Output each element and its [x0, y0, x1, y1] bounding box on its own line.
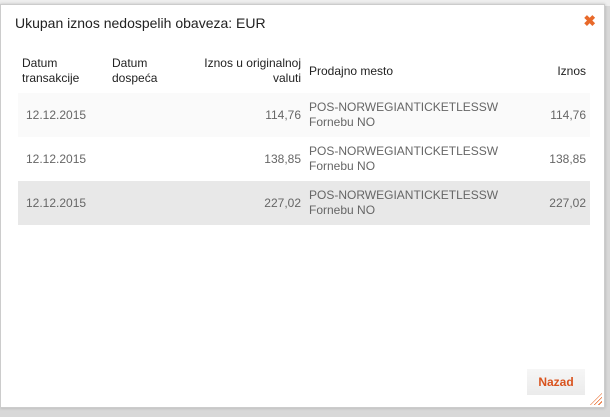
original-amount: 138,85	[264, 151, 301, 166]
header-transaction-date: Datum transakcije	[22, 56, 80, 85]
transaction-date: 12.12.2015	[26, 151, 87, 166]
due-date	[108, 137, 188, 181]
amount: 138,85	[549, 151, 586, 166]
transaction-date: 12.12.2015	[26, 195, 87, 210]
header-due-date: Datum dospeća	[112, 56, 158, 85]
original-amount: 227,02	[264, 195, 301, 210]
original-amount: 114,76	[265, 107, 301, 122]
amount: 227,02	[549, 195, 586, 210]
city: Fornebu NO	[309, 159, 376, 173]
due-date	[108, 93, 188, 137]
due-date	[108, 181, 188, 225]
back-button[interactable]: Nazad	[527, 369, 585, 395]
city: Fornebu NO	[309, 115, 376, 129]
close-icon[interactable]: ✖	[583, 12, 596, 30]
transaction-date: 12.12.2015	[26, 107, 87, 122]
dialog-title: Ukupan iznos nedospelih obaveza: EUR	[15, 15, 266, 31]
merchant: POS-NORWEGIANTICKETLESSW	[309, 100, 499, 114]
table-row[interactable]: 12.12.2015 114,76 POS-NORWEGIANTICKETLES…	[18, 93, 590, 137]
table-row[interactable]: 12.12.2015 138,85 POS-NORWEGIANTICKETLES…	[18, 137, 590, 181]
point-of-sale: POS-NORWEGIANTICKETLESSW Fornebu NO	[305, 93, 520, 137]
resize-grip-icon[interactable]	[590, 393, 602, 405]
header-point-of-sale: Prodajno mesto	[309, 63, 394, 78]
point-of-sale: POS-NORWEGIANTICKETLESSW Fornebu NO	[305, 137, 520, 181]
outstanding-obligations-dialog: Ukupan iznos nedospelih obaveza: EUR ✖ D…	[0, 4, 605, 408]
point-of-sale: POS-NORWEGIANTICKETLESSW Fornebu NO	[305, 181, 520, 225]
header-amount: Iznos	[557, 63, 586, 78]
table-header: Datum transakcije Datum dospeća Iznos u …	[18, 49, 590, 93]
merchant: POS-NORWEGIANTICKETLESSW	[309, 144, 499, 158]
city: Fornebu NO	[309, 203, 376, 217]
header-original-amount: Iznos u originalnoj valuti	[204, 56, 301, 85]
table-row[interactable]: 12.12.2015 227,02 POS-NORWEGIANTICKETLES…	[18, 181, 590, 225]
transactions-table: Datum transakcije Datum dospeća Iznos u …	[18, 49, 590, 225]
amount: 114,76	[550, 107, 586, 122]
merchant: POS-NORWEGIANTICKETLESSW	[309, 188, 499, 202]
